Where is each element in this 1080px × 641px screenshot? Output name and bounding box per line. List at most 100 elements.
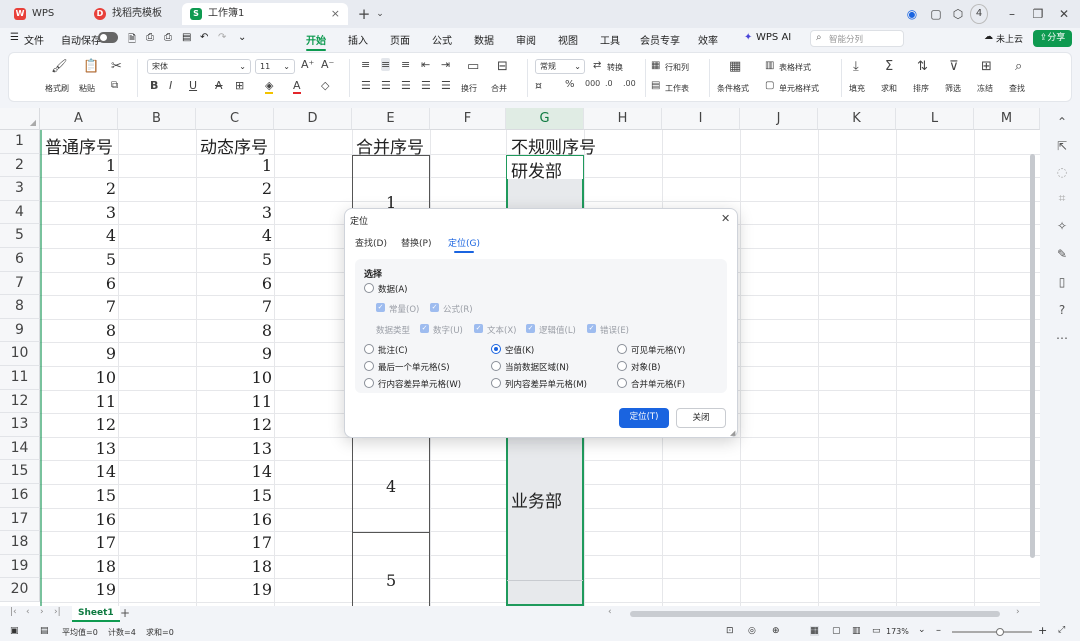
row-header[interactable]: 16 — [0, 484, 40, 508]
checkbox-constant[interactable]: ✓ — [376, 303, 385, 312]
dialog-tab-goto[interactable]: 定位(G) — [448, 236, 480, 253]
print-icon[interactable]: ⎙ — [164, 32, 172, 43]
column-header-m[interactable]: M — [974, 108, 1040, 130]
more-chevron-icon[interactable]: ⌄ — [238, 32, 246, 43]
cell-c[interactable]: 2 — [262, 179, 272, 198]
sort-icon[interactable]: ⇅ — [917, 59, 928, 74]
reading-view-icon[interactable]: ▭ — [872, 626, 881, 636]
justify-icon[interactable]: ☰ — [421, 79, 431, 92]
font-name-select[interactable]: 宋体 ⌄ — [147, 59, 251, 74]
fill-label[interactable]: 填充 — [849, 83, 865, 94]
menu-page[interactable]: 页面 — [390, 32, 410, 47]
page-layout-icon[interactable]: ▢ — [832, 626, 841, 636]
copy-icon[interactable]: ⧉ — [111, 80, 118, 91]
view-mode-icon[interactable]: ⊡ — [726, 626, 734, 636]
cell-e1[interactable]: 合并序号 — [356, 133, 424, 158]
fullscreen-icon[interactable]: ⤢ — [1058, 625, 1065, 635]
align-middle-icon[interactable]: ≡ — [381, 58, 391, 71]
row-header[interactable]: 19 — [0, 554, 40, 579]
tab-wps-office[interactable]: W WPS Office — [6, 3, 82, 41]
row-header[interactable]: 15 — [0, 460, 40, 484]
distribute-icon[interactable]: ☰ — [441, 79, 451, 92]
crop-icon[interactable]: ⌗ — [1054, 190, 1070, 206]
dialog-tab-replace[interactable]: 替换(P) — [401, 236, 431, 249]
find-label[interactable]: 查找 — [1009, 83, 1025, 94]
cell-c[interactable]: 3 — [262, 203, 272, 222]
decimal-decrease-icon[interactable]: .00 — [623, 79, 636, 88]
row-header[interactable]: 8 — [0, 295, 40, 319]
help-icon[interactable]: ? — [1054, 302, 1070, 318]
zoom-out-icon[interactable]: – — [936, 625, 941, 636]
cell-a[interactable]: 9 — [106, 344, 116, 363]
cell-a[interactable]: 13 — [96, 439, 116, 458]
column-header-e[interactable]: E — [352, 108, 430, 130]
worksheet-label[interactable]: 工作表 — [665, 83, 689, 94]
radio-objects[interactable] — [617, 361, 627, 371]
filter-label[interactable]: 筛选 — [945, 83, 961, 94]
prev-sheet-icon[interactable]: ‹ — [26, 607, 30, 617]
underline-icon[interactable]: U — [189, 79, 197, 92]
radio-blank[interactable] — [491, 344, 501, 354]
menu-insert[interactable]: 插入 — [348, 32, 368, 47]
zoom-chevron-icon[interactable]: ⌄ — [918, 625, 926, 635]
cell-a[interactable]: 12 — [96, 415, 116, 434]
cell-a[interactable]: 2 — [106, 179, 116, 198]
menu-member[interactable]: 会员专享 — [640, 32, 680, 47]
cell-g1[interactable]: 不规则序号 — [511, 133, 596, 158]
row-header[interactable]: 13 — [0, 413, 40, 437]
focus-icon[interactable]: ⊕ — [772, 626, 780, 636]
normal-view-icon[interactable]: ▦ — [810, 626, 819, 636]
cell-a[interactable]: 7 — [106, 297, 116, 316]
row-header[interactable]: 12 — [0, 389, 40, 414]
column-header-l[interactable]: L — [896, 108, 974, 130]
font-color-icon[interactable]: A — [293, 79, 301, 94]
decrease-font-icon[interactable]: A⁻ — [321, 58, 334, 71]
row-col-label[interactable]: 行和列 — [665, 62, 689, 73]
merge-icon[interactable]: ⊟ — [497, 59, 508, 74]
zoom-level[interactable]: 173% — [886, 627, 909, 636]
add-sheet-button[interactable]: + — [120, 606, 130, 620]
column-header-a[interactable]: A — [40, 108, 118, 130]
cell-c[interactable]: 7 — [262, 297, 272, 316]
more-icon[interactable]: ⋯ — [1054, 330, 1070, 346]
zoom-slider[interactable] — [952, 628, 1032, 636]
cell-c[interactable]: 19 — [252, 580, 272, 599]
align-left-icon[interactable]: ☰ — [361, 79, 371, 92]
indent-increase-icon[interactable]: ⇥ — [441, 58, 450, 71]
scroll-left-icon[interactable]: ‹ — [608, 607, 612, 617]
cell-c[interactable]: 11 — [252, 392, 272, 411]
cell-a[interactable]: 15 — [96, 486, 116, 505]
currency-icon[interactable]: ¤ — [535, 79, 542, 92]
cell-c[interactable]: 17 — [252, 533, 272, 552]
paste-icon[interactable]: 📋 — [83, 59, 99, 74]
cloud-status[interactable]: 未上云 — [996, 32, 1023, 45]
tab-template[interactable]: D 找稻壳模板 — [86, 3, 178, 25]
cell-a[interactable]: 1 — [106, 156, 116, 175]
radio-column-differences[interactable] — [491, 378, 501, 388]
align-top-icon[interactable]: ≡ — [361, 58, 370, 71]
merge-label[interactable]: 合并 — [491, 83, 507, 94]
sum-label[interactable]: 求和 — [881, 83, 897, 94]
freeze-icon[interactable]: ⊞ — [981, 59, 992, 74]
chevron-down-icon[interactable]: ⌄ — [370, 4, 390, 24]
redo-icon[interactable]: ↷ — [218, 32, 226, 43]
indent-decrease-icon[interactable]: ⇤ — [421, 58, 430, 71]
column-header-h[interactable]: H — [584, 108, 662, 130]
window-layout-icon[interactable]: ▢ — [926, 4, 946, 24]
merged-cell-e-4[interactable]: 4 — [386, 477, 396, 496]
save-icon[interactable]: 🗎 — [128, 32, 136, 49]
cell-c[interactable]: 14 — [252, 462, 272, 481]
tools-icon[interactable]: ✧ — [1054, 218, 1070, 234]
row-header[interactable]: 3 — [0, 177, 40, 201]
cell-a[interactable]: 5 — [106, 250, 116, 269]
fill-color-icon[interactable]: ◈ — [265, 79, 274, 94]
checkbox-text[interactable]: ✓ — [474, 324, 483, 333]
column-header-d[interactable]: D — [274, 108, 352, 130]
notification-badge[interactable]: 4 — [970, 4, 988, 24]
number-format-select[interactable]: 常规 ⌄ — [535, 59, 585, 74]
percent-icon[interactable]: % — [565, 79, 575, 90]
checkbox-error[interactable]: ✓ — [587, 324, 596, 333]
cell-c1[interactable]: 动态序号 — [200, 133, 268, 158]
cell-c[interactable]: 8 — [262, 321, 272, 340]
dialog-close-icon[interactable]: ✕ — [721, 212, 730, 225]
